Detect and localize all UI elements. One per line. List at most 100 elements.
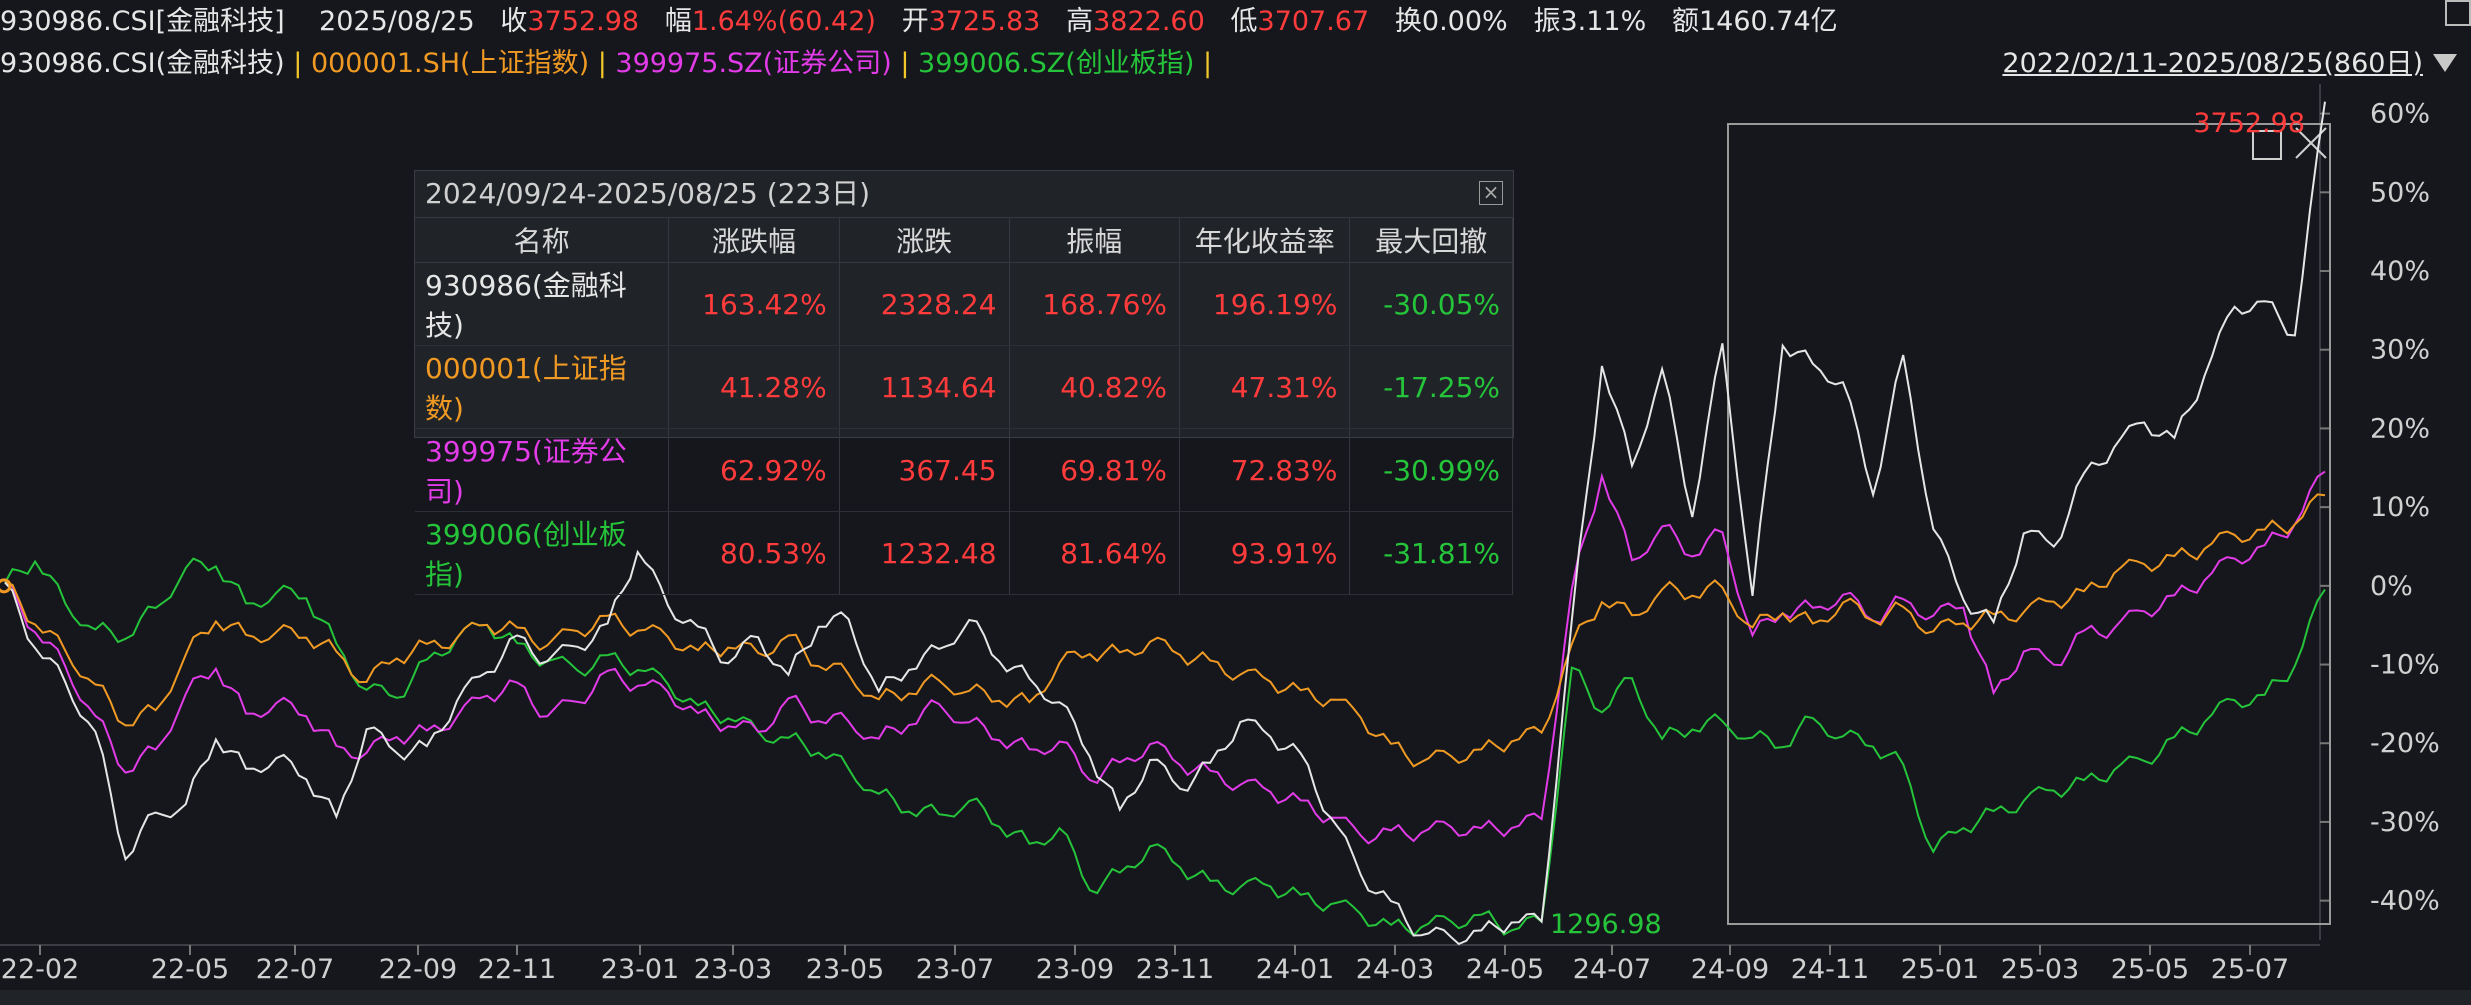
open-label: 开 [901, 6, 929, 37]
stats-cell: 81.64% [1009, 511, 1181, 595]
stats-cell: 47.31% [1179, 345, 1351, 429]
quote-header: 930986.CSI[金融科技] 2025/08/25 收3752.98 幅1.… [0, 0, 2471, 44]
index-code: 930986.CSI[金融科技] [0, 6, 285, 37]
stats-cell: 69.81% [1009, 428, 1181, 512]
interval-stats-panel: 2024/09/24-2025/08/25 (223日) × 名称 涨跌幅 涨跌 振幅… [414, 170, 1514, 595]
x-tick-label: 24-01 [1256, 954, 1334, 985]
x-tick-label: 25-07 [2211, 954, 2289, 985]
stats-row: 000001(上证指数) 41.28% 1134.64 40.82% 47.31% -17… [415, 345, 1513, 429]
x-tick-label: 24-09 [1691, 954, 1769, 985]
selection-box [1727, 123, 2331, 925]
y-tick-label: 60% [2370, 99, 2430, 130]
x-tick-label: 24-05 [1466, 954, 1544, 985]
min-value-label: 1296.98 [1550, 909, 1662, 940]
stats-cell: 1232.48 [839, 511, 1010, 595]
stats-panel-range: 2024/09/24-2025/08/25 (223日) [425, 177, 871, 210]
y-tick-label: -20% [2370, 728, 2440, 759]
legend-item-chinext[interactable]: 399006.SZ(创业板指) [918, 48, 1194, 79]
bottom-scrollbar[interactable] [0, 990, 2471, 1005]
stats-cell: 62.92% [668, 428, 840, 512]
change-value: 1.64%(60.42) [691, 6, 876, 37]
window-corner-icon[interactable] [2445, 0, 2471, 26]
low-value: 3707.67 [1257, 6, 1370, 37]
open-value: 3725.83 [928, 6, 1041, 37]
x-tick-label: 25-01 [1901, 954, 1979, 985]
stats-cell: 80.53% [668, 511, 840, 595]
stats-col-header: 年化收益率 [1179, 218, 1351, 263]
y-tick-label: 30% [2370, 335, 2430, 366]
x-tick-label: 23-11 [1136, 954, 1214, 985]
stats-col-header: 涨跌 [839, 218, 1010, 263]
stats-cell: -31.81% [1349, 511, 1513, 595]
x-tick-label: 22-09 [379, 954, 457, 985]
stats-col-header: 涨跌幅 [668, 218, 840, 263]
y-tick-label: 40% [2370, 256, 2430, 287]
stats-cell: 1134.64 [839, 345, 1010, 429]
stats-cell: 93.91% [1179, 511, 1351, 595]
stats-col-header: 振幅 [1009, 218, 1181, 263]
stats-row-name: 930986(金融科技) [415, 262, 670, 346]
stats-cell: 72.83% [1179, 428, 1351, 512]
stats-cell: -30.05% [1349, 262, 1513, 346]
y-tick-label: -40% [2370, 886, 2440, 917]
turnover-label: 换 [1394, 6, 1422, 37]
close-value: 3752.98 [527, 6, 640, 37]
x-tick-label: 23-01 [601, 954, 679, 985]
stats-row: 930986(金融科技) 163.42% 2328.24 168.76% 196.19%… [415, 262, 1513, 346]
stats-cell: -17.25% [1349, 345, 1513, 429]
legend-item-securities[interactable]: 399975.SZ(证券公司) [615, 48, 891, 79]
x-tick-label: 22-05 [151, 954, 229, 985]
stats-cell: 40.82% [1009, 345, 1181, 429]
stats-cell: 163.42% [668, 262, 840, 346]
amplitude-value: 3.11% [1560, 6, 1647, 37]
stats-row: 399975(证券公司) 62.92% 367.45 69.81% 72.83% -30.… [415, 428, 1513, 512]
x-tick-label: 25-05 [2111, 954, 2189, 985]
stats-row-name: 000001(上证指数) [415, 345, 670, 429]
stats-panel-title: 2024/09/24-2025/08/25 (223日) × [415, 171, 1513, 218]
x-tick-label: 24-11 [1791, 954, 1869, 985]
x-tick-label: 22-07 [256, 954, 334, 985]
y-tick-label: 10% [2370, 492, 2430, 523]
quote-date: 2025/08/25 [319, 6, 475, 37]
stats-col-header: 最大回撤 [1349, 218, 1513, 263]
y-tick-label: 20% [2370, 413, 2430, 444]
y-tick-label: -10% [2370, 650, 2440, 681]
legend-item-fintech[interactable]: 930986.CSI(金融科技) [0, 48, 285, 79]
max-value-label: 3752.98 [2193, 108, 2305, 139]
stats-cell: -30.99% [1349, 428, 1513, 512]
change-label: 幅 [664, 6, 692, 37]
x-tick-label: 22-11 [478, 954, 556, 985]
x-tick-label: 23-07 [916, 954, 994, 985]
high-value: 3822.60 [1093, 6, 1205, 37]
stats-cell: 367.45 [839, 428, 1010, 512]
y-tick-label: -30% [2370, 807, 2440, 838]
y-tick-label: 0% [2370, 571, 2413, 602]
close-label: 收 [500, 6, 528, 37]
low-label: 低 [1230, 6, 1258, 37]
legend-item-shanghai[interactable]: 000001.SH(上证指数) [311, 48, 589, 79]
stats-row-name: 399975(证券公司) [415, 428, 670, 512]
x-tick-label: 25-03 [2001, 954, 2079, 985]
amount-value: 1460.74亿 [1698, 6, 1838, 37]
x-tick-label: 23-09 [1036, 954, 1114, 985]
amount-label: 额 [1671, 6, 1699, 37]
x-tick-label: 23-05 [806, 954, 884, 985]
x-tick-label: 24-07 [1573, 954, 1651, 985]
dropdown-arrow-icon[interactable] [2433, 54, 2457, 72]
stats-cell: 168.76% [1009, 262, 1181, 346]
high-label: 高 [1066, 6, 1094, 37]
stats-row: 399006(创业板指) 80.53% 1232.48 81.64% 93.91% -31… [415, 511, 1513, 595]
stats-col-header: 名称 [415, 218, 670, 263]
x-tick-label: 24-03 [1356, 954, 1434, 985]
stats-row-name: 399006(创业板指) [415, 511, 670, 595]
stats-table: 名称 涨跌幅 涨跌 振幅 年化收益率 最大回撤 930986(金融科技) 163.42% 23… [415, 218, 1513, 595]
stats-cell: 41.28% [668, 345, 840, 429]
x-tick-label: 23-03 [694, 954, 772, 985]
date-range-selector[interactable]: 2022/02/11-2025/08/25(860日) [2002, 44, 2423, 84]
x-tick-label: 22-02 [1, 954, 79, 985]
stats-cell: 196.19% [1179, 262, 1351, 346]
stats-cell: 2328.24 [839, 262, 1010, 346]
close-icon[interactable]: × [1479, 181, 1503, 205]
amplitude-label: 振 [1533, 6, 1561, 37]
y-tick-label: 50% [2370, 177, 2430, 208]
